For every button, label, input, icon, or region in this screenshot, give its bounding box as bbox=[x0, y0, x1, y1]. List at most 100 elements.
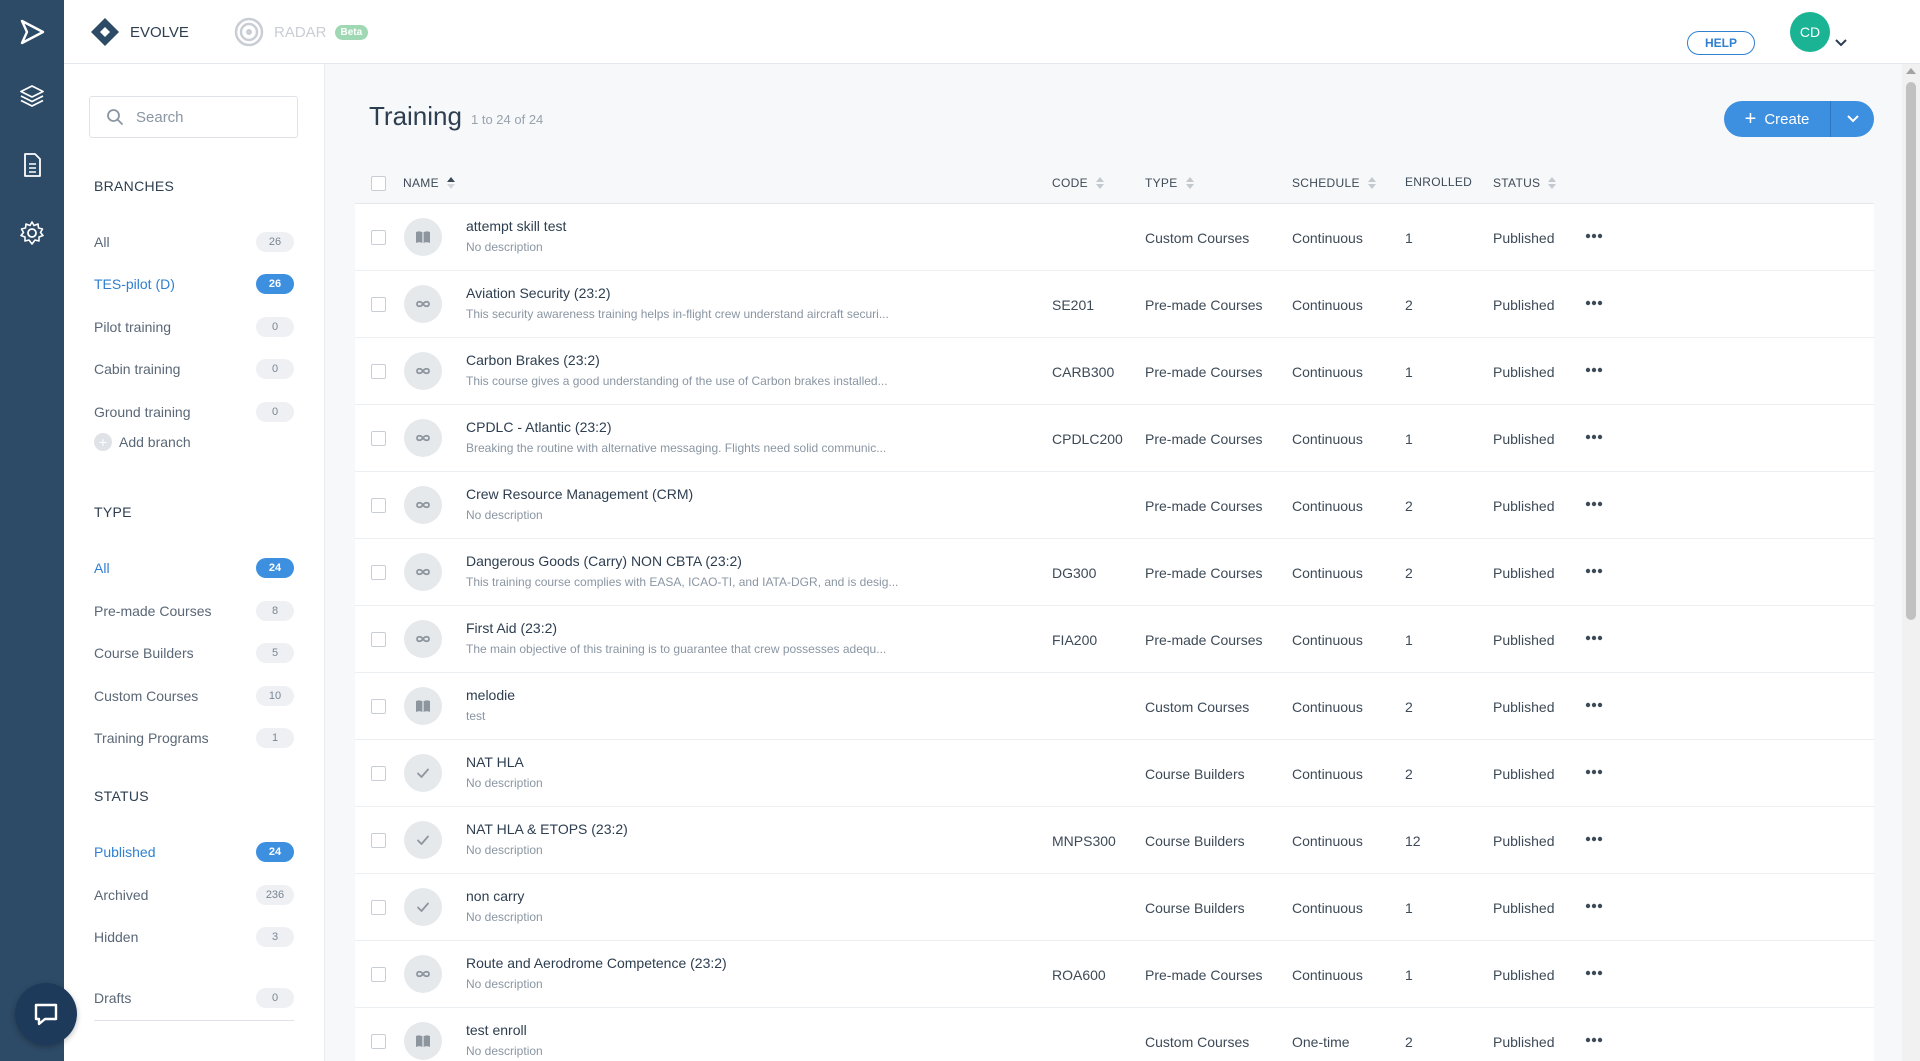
table-row[interactable]: Carbon Brakes (23:2) This course gives a … bbox=[355, 338, 1874, 405]
course-name[interactable]: attempt skill test bbox=[466, 218, 566, 234]
more-options-icon[interactable] bbox=[1579, 760, 1609, 784]
branch-filter-ground-training[interactable]: Ground training 0 bbox=[94, 400, 294, 424]
chevron-down-icon[interactable] bbox=[1834, 38, 1848, 48]
scrollbar-thumb[interactable] bbox=[1906, 82, 1916, 620]
layers-icon[interactable] bbox=[0, 64, 64, 128]
table-row[interactable]: Crew Resource Management (CRM) No descrip… bbox=[355, 472, 1874, 539]
search-box[interactable] bbox=[89, 96, 298, 138]
course-name[interactable]: CPDLC - Atlantic (23:2) bbox=[466, 419, 612, 435]
sort-ascending-icon bbox=[446, 177, 455, 189]
course-name[interactable]: Route and Aerodrome Competence (23:2) bbox=[466, 955, 727, 971]
course-name[interactable]: melodie bbox=[466, 687, 515, 703]
course-type: Course Builders bbox=[1145, 900, 1245, 916]
column-header-schedule[interactable]: SCHEDULE bbox=[1292, 176, 1376, 190]
filter-panel: BRANCHES All 26 TES-pilot (D) 26 Pilot t… bbox=[64, 64, 325, 1061]
column-header-code[interactable]: CODE bbox=[1052, 176, 1104, 190]
more-options-icon[interactable] bbox=[1579, 894, 1609, 918]
column-label: SCHEDULE bbox=[1292, 176, 1360, 190]
branch-filter-tes-pilot[interactable]: TES-pilot (D) 26 bbox=[94, 272, 294, 296]
scroll-up-arrow[interactable] bbox=[1906, 68, 1916, 74]
course-name[interactable]: First Aid (23:2) bbox=[466, 620, 557, 636]
table-row[interactable]: NAT HLA & ETOPS (23:2) No description MNPS… bbox=[355, 807, 1874, 874]
course-description: No description bbox=[466, 843, 543, 857]
course-name[interactable]: non carry bbox=[466, 888, 524, 904]
course-name[interactable]: Crew Resource Management (CRM) bbox=[466, 486, 693, 502]
table-row[interactable]: First Aid (23:2) The main objective of th… bbox=[355, 606, 1874, 673]
branch-filter-all[interactable]: All 26 bbox=[94, 230, 294, 254]
drafts-filter[interactable]: Drafts 0 bbox=[94, 986, 294, 1010]
course-name[interactable]: Dangerous Goods (Carry) NON CBTA (23:2) bbox=[466, 553, 742, 569]
row-checkbox[interactable] bbox=[371, 900, 386, 915]
branch-filter-pilot-training[interactable]: Pilot training 0 bbox=[94, 315, 294, 339]
branch-filter-cabin-training[interactable]: Cabin training 0 bbox=[94, 357, 294, 381]
course-type: Pre-made Courses bbox=[1145, 632, 1263, 648]
type-filter-custom-courses[interactable]: Custom Courses 10 bbox=[94, 684, 294, 708]
row-checkbox[interactable] bbox=[371, 699, 386, 714]
row-checkbox[interactable] bbox=[371, 632, 386, 647]
more-options-icon[interactable] bbox=[1579, 358, 1609, 382]
type-filter-pre-made[interactable]: Pre-made Courses 8 bbox=[94, 599, 294, 623]
row-checkbox[interactable] bbox=[371, 498, 386, 513]
status-filter-published[interactable]: Published 24 bbox=[94, 840, 294, 864]
table-row[interactable]: non carry No description Course Builders Co… bbox=[355, 874, 1874, 941]
search-input[interactable] bbox=[136, 108, 286, 126]
gear-icon[interactable] bbox=[0, 201, 64, 265]
table-row[interactable]: attempt skill test No description Custom C… bbox=[355, 204, 1874, 271]
more-options-icon[interactable] bbox=[1579, 626, 1609, 650]
course-name[interactable]: Carbon Brakes (23:2) bbox=[466, 352, 600, 368]
row-checkbox[interactable] bbox=[371, 364, 386, 379]
row-checkbox[interactable] bbox=[371, 565, 386, 580]
more-options-icon[interactable] bbox=[1579, 827, 1609, 851]
course-name[interactable]: NAT HLA & ETOPS (23:2) bbox=[466, 821, 628, 837]
row-checkbox[interactable] bbox=[371, 431, 386, 446]
more-options-icon[interactable] bbox=[1579, 224, 1609, 248]
create-dropdown-button[interactable] bbox=[1830, 101, 1874, 137]
row-checkbox[interactable] bbox=[371, 967, 386, 982]
row-checkbox[interactable] bbox=[371, 1034, 386, 1049]
evolve-app-link[interactable]: EVOLVE bbox=[90, 16, 189, 48]
table-row[interactable]: Route and Aerodrome Competence (23:2) No … bbox=[355, 941, 1874, 1008]
table-row[interactable]: melodie test Custom Courses Continuous 2 Publ… bbox=[355, 673, 1874, 740]
table-row[interactable]: NAT HLA No description Course Builders Cont… bbox=[355, 740, 1874, 807]
more-options-icon[interactable] bbox=[1579, 425, 1609, 449]
course-name[interactable]: test enroll bbox=[466, 1022, 527, 1038]
column-header-type[interactable]: TYPE bbox=[1145, 176, 1194, 190]
type-filter-course-builders[interactable]: Course Builders 5 bbox=[94, 641, 294, 665]
type-filter-all[interactable]: All 24 bbox=[94, 556, 294, 580]
more-options-icon[interactable] bbox=[1579, 1028, 1609, 1052]
status-filter-archived[interactable]: Archived 236 bbox=[94, 883, 294, 907]
book-icon bbox=[404, 687, 442, 725]
more-options-icon[interactable] bbox=[1579, 559, 1609, 583]
app-rail bbox=[0, 0, 64, 1061]
enrolled-count: 1 bbox=[1405, 967, 1413, 983]
course-code: ROA600 bbox=[1052, 967, 1106, 983]
more-options-icon[interactable] bbox=[1579, 961, 1609, 985]
row-checkbox[interactable] bbox=[371, 833, 386, 848]
table-row[interactable]: test enroll No description Custom Courses O… bbox=[355, 1008, 1874, 1061]
add-branch-button[interactable]: + Add branch bbox=[94, 433, 191, 451]
table-row[interactable]: Aviation Security (23:2) This security aw… bbox=[355, 271, 1874, 338]
table-row[interactable]: CPDLC - Atlantic (23:2) Breaking the rout… bbox=[355, 405, 1874, 472]
document-icon[interactable] bbox=[0, 133, 64, 197]
create-button[interactable]: + Create bbox=[1724, 101, 1830, 137]
column-header-status[interactable]: STATUS bbox=[1493, 176, 1557, 190]
radar-app-link[interactable]: RADAR Beta bbox=[234, 16, 369, 48]
user-avatar[interactable]: CD bbox=[1790, 12, 1830, 52]
row-checkbox[interactable] bbox=[371, 297, 386, 312]
row-checkbox[interactable] bbox=[371, 230, 386, 245]
more-options-icon[interactable] bbox=[1579, 291, 1609, 315]
column-header-name[interactable]: NAME bbox=[403, 176, 455, 190]
more-options-icon[interactable] bbox=[1579, 693, 1609, 717]
enrolled-count: 2 bbox=[1405, 1034, 1413, 1050]
status-filter-hidden[interactable]: Hidden 3 bbox=[94, 925, 294, 949]
chat-widget-button[interactable] bbox=[15, 983, 77, 1045]
paper-plane-icon[interactable] bbox=[0, 0, 64, 64]
select-all-checkbox[interactable] bbox=[371, 176, 386, 191]
table-row[interactable]: Dangerous Goods (Carry) NON CBTA (23:2) T… bbox=[355, 539, 1874, 606]
type-filter-training-programs[interactable]: Training Programs 1 bbox=[94, 726, 294, 750]
course-name[interactable]: NAT HLA bbox=[466, 754, 524, 770]
more-options-icon[interactable] bbox=[1579, 492, 1609, 516]
course-name[interactable]: Aviation Security (23:2) bbox=[466, 285, 610, 301]
row-checkbox[interactable] bbox=[371, 766, 386, 781]
help-button[interactable]: HELP bbox=[1687, 31, 1755, 55]
